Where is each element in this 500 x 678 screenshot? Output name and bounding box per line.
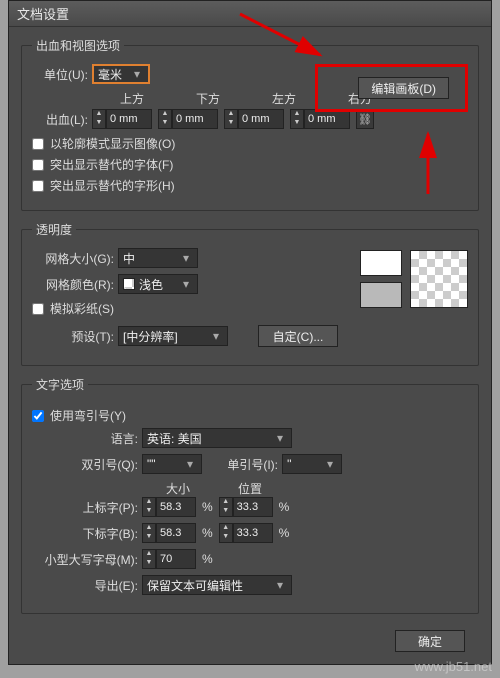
position-header: 位置 [214,480,286,497]
unit-label: 单位(U): [32,66,92,83]
export-select[interactable]: 保留文本可编辑性▾ [142,575,292,595]
smallcaps-label: 小型大写字母(M): [32,551,142,568]
subscript-pos-input[interactable]: ▲▼ [219,523,273,543]
top-label: 上方 [96,90,168,107]
document-setup-dialog: 文档设置 出血和视图选项 编辑画板(D) 单位(U): 毫米 ▾ 上方 下方 左… [8,0,492,665]
chevron-down-icon: ▾ [179,277,193,291]
custom-button[interactable]: 自定(C)... [258,325,338,347]
checker-preview [410,250,468,308]
superscript-label: 上标字(P): [32,499,142,516]
bleed-left-input[interactable]: ▲▼ [224,109,284,129]
dialog-title: 文档设置 [17,4,69,23]
swatch-gray[interactable] [360,282,402,308]
unit-value: 毫米 [98,66,122,83]
single-quote-select[interactable]: ''▾ [282,454,342,474]
bleed-view-group: 出血和视图选项 编辑画板(D) 单位(U): 毫米 ▾ 上方 下方 左方 右方 … [21,37,479,211]
titlebar[interactable]: 文档设置 [9,1,491,27]
bleed-top-input[interactable]: ▲▼ [92,109,152,129]
highlight-glyph-checkbox[interactable]: 突出显示替代的字形(H) [32,177,468,194]
double-quote-select[interactable]: ""▾ [142,454,202,474]
outline-mode-checkbox[interactable]: 以轮廓模式显示图像(O) [32,135,468,152]
grid-size-label: 网格大小(G): [32,250,118,267]
bleed-label: 出血(L): [32,111,92,128]
dialog-footer: 确定 [21,624,479,658]
dialog-content: 出血和视图选项 编辑画板(D) 单位(U): 毫米 ▾ 上方 下方 左方 右方 … [9,27,491,666]
ok-button[interactable]: 确定 [395,630,465,652]
single-quote-label: 单引号(I): [202,456,282,473]
chevron-down-icon: ▾ [183,457,197,471]
superscript-size-input[interactable]: ▲▼ [142,497,196,517]
left-label: 左方 [248,90,320,107]
bleed-right-input[interactable]: ▲▼ [290,109,350,129]
bleed-bottom-input[interactable]: ▲▼ [158,109,218,129]
grid-size-select[interactable]: 中▾ [118,248,198,268]
bottom-label: 下方 [172,90,244,107]
chevron-down-icon: ▾ [130,67,144,81]
superscript-pos-input[interactable]: ▲▼ [219,497,273,517]
subscript-label: 下标字(B): [32,525,142,542]
chevron-down-icon: ▾ [209,329,223,343]
grid-color-select[interactable]: 浅色 ▾ [118,274,198,294]
unit-select[interactable]: 毫米 ▾ [92,64,150,84]
chevron-down-icon: ▾ [273,578,287,592]
subscript-size-input[interactable]: ▲▼ [142,523,196,543]
transparency-legend: 透明度 [32,221,76,238]
language-label: 语言: [32,430,142,447]
curly-quotes-checkbox[interactable]: 使用弯引号(Y) [32,407,468,424]
edit-artboard-button[interactable]: 编辑画板(D) [358,77,449,99]
edit-artboard-highlight: 编辑画板(D) [315,64,468,112]
swatch-white[interactable] [360,250,402,276]
bleed-legend: 出血和视图选项 [32,37,124,54]
transparency-group: 透明度 网格大小(G): 中▾ 网格颜色(R): 浅色 ▾ [21,221,479,366]
preset-select[interactable]: [中分辨率]▾ [118,326,228,346]
double-quote-label: 双引号(Q): [32,456,142,473]
preset-label: 预设(T): [32,328,118,345]
language-select[interactable]: 英语: 美国▾ [142,428,292,448]
text-legend: 文字选项 [32,376,88,393]
grid-color-label: 网格颜色(R): [32,276,118,293]
link-icon[interactable]: ⛓ [356,109,374,129]
highlight-font-checkbox[interactable]: 突出显示替代的字体(F) [32,156,468,173]
size-header: 大小 [142,480,214,497]
chevron-down-icon: ▾ [179,251,193,265]
chevron-down-icon: ▾ [323,457,337,471]
chevron-down-icon: ▾ [273,431,287,445]
text-options-group: 文字选项 使用弯引号(Y) 语言: 英语: 美国▾ 双引号(Q): ""▾ 单引… [21,376,479,614]
simulate-paper-checkbox[interactable]: 模拟彩纸(S) [32,300,360,317]
export-label: 导出(E): [32,577,142,594]
smallcaps-input[interactable]: ▲▼ [142,549,196,569]
